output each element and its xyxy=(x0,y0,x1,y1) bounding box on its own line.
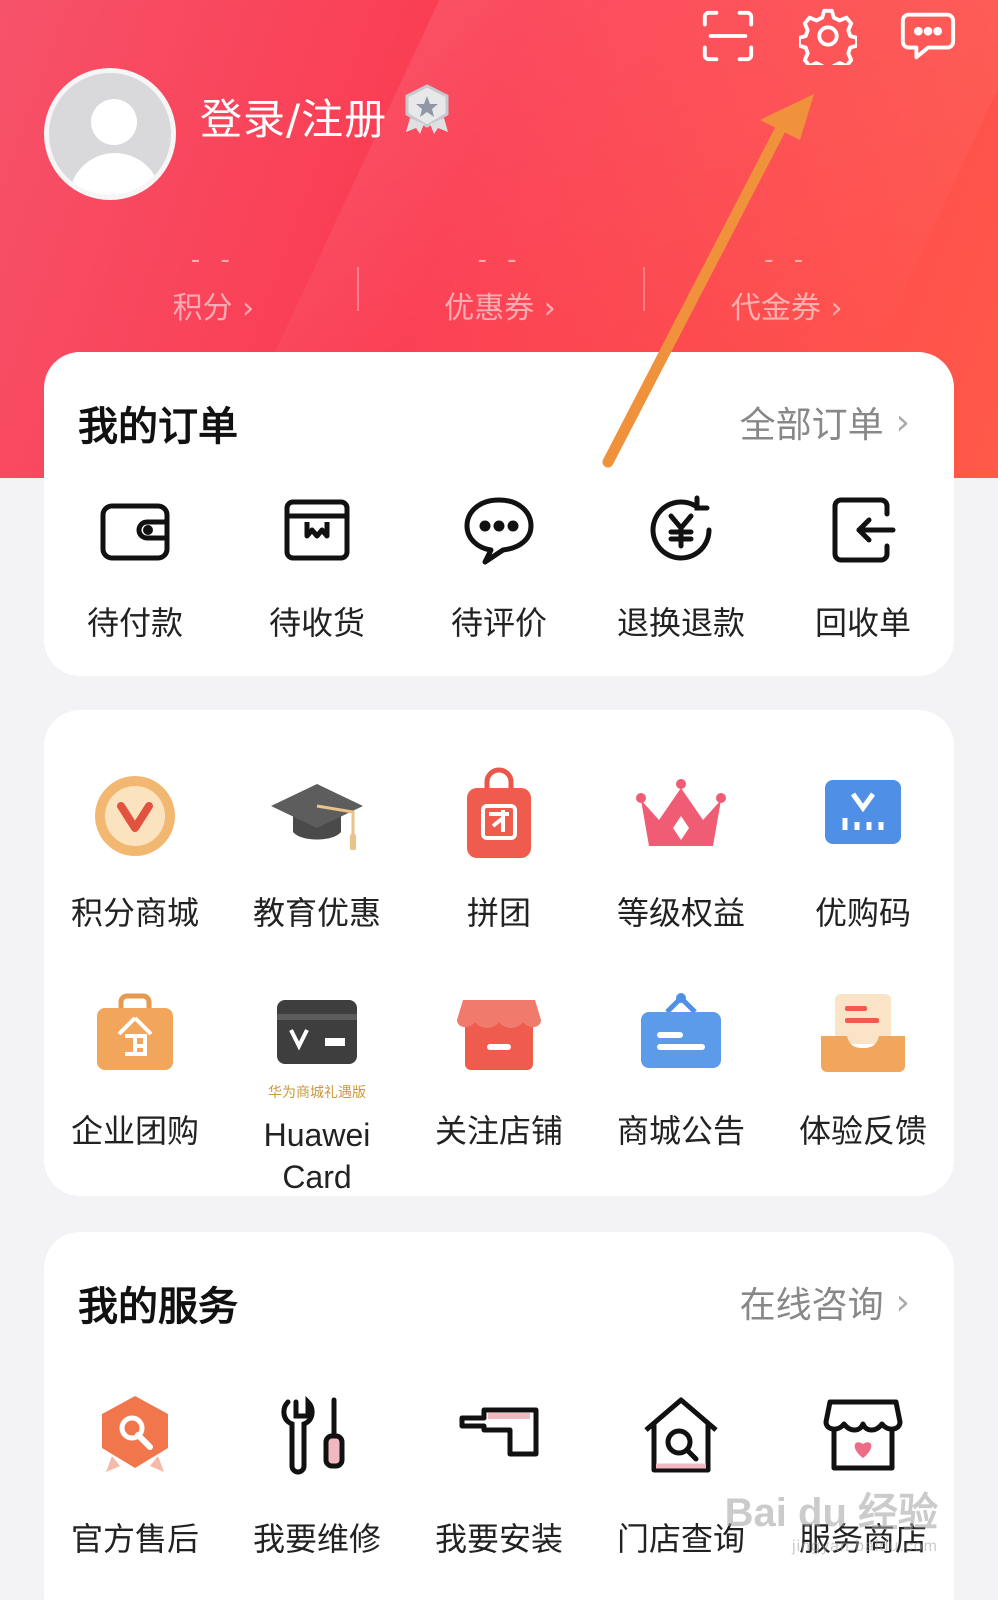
tool-label: 关注店铺 xyxy=(434,1112,563,1150)
service-label: 官方售后 xyxy=(70,1520,199,1558)
tool-label: 等级权益 xyxy=(616,894,745,932)
online-consult-label: 在线咨询 xyxy=(739,1285,884,1326)
recycle-order-icon xyxy=(832,497,896,563)
order-label: 退换退款 xyxy=(616,604,745,642)
voucher-value: - - xyxy=(764,245,810,275)
order-label: 待评价 xyxy=(450,604,547,642)
order-pending-payment[interactable]: 待付款 xyxy=(44,492,226,644)
tool-mall-notice[interactable]: 商城公告 xyxy=(590,984,772,1202)
voucher-label: 代金券 › xyxy=(730,291,843,326)
online-consult-link[interactable]: 在线咨询 › xyxy=(740,1276,910,1328)
order-pending-review[interactable]: 待评价 xyxy=(408,492,590,644)
tool-label: 积分商城 xyxy=(70,894,199,932)
refund-icon xyxy=(650,495,712,561)
repair-tools-icon xyxy=(281,1395,345,1475)
huawei-card-caption: 华为商城礼遇版 xyxy=(268,1085,366,1101)
package-icon xyxy=(284,499,350,561)
install-icon xyxy=(459,1407,539,1457)
store-search-icon xyxy=(644,1397,718,1473)
watermark-logo: Bai du 经验 jingyan.baidu.com xyxy=(725,1480,938,1556)
tool-label: 体验反馈 xyxy=(798,1112,927,1150)
login-register-link[interactable]: 登录/注册 xyxy=(200,86,387,147)
tool-label: 优购码 xyxy=(814,894,911,932)
tool-followed-stores[interactable]: 关注店铺 xyxy=(408,984,590,1202)
tools-card: 积分商城 教育优惠 拼团 等级权益 优购码 企业团购 华为商城礼遇版 Huawe… xyxy=(44,710,954,1196)
tool-feedback[interactable]: 体验反馈 xyxy=(772,984,954,1202)
shopping-code-icon xyxy=(825,780,901,844)
order-label: 待付款 xyxy=(86,604,183,642)
chevron-right-icon: › xyxy=(895,1281,910,1323)
order-recycle[interactable]: 回收单 xyxy=(772,492,954,644)
service-repair[interactable]: 我要维修 xyxy=(226,1392,408,1560)
tool-label: Huawei Card xyxy=(263,1117,371,1195)
watermark-url: jingyan.baidu.com xyxy=(792,1538,938,1555)
tool-education[interactable]: 教育优惠 xyxy=(226,766,408,984)
points-mall-icon xyxy=(95,776,175,856)
tool-label: 企业团购 xyxy=(70,1112,199,1150)
service-after-sales[interactable]: 官方售后 xyxy=(44,1392,226,1560)
order-pending-receipt[interactable]: 待收货 xyxy=(226,492,408,644)
voucher-stat[interactable]: - - 代金券 › xyxy=(643,245,930,335)
service-label: 我要安装 xyxy=(434,1520,563,1558)
tool-huawei-card[interactable]: 华为商城礼遇版 Huawei Card xyxy=(226,984,408,1202)
store-icon xyxy=(457,1000,541,1070)
message-icon[interactable] xyxy=(898,6,958,66)
graduation-cap-icon xyxy=(271,784,363,850)
order-refund[interactable]: 退换退款 xyxy=(590,492,772,644)
my-orders-card: 我的订单 全部订单 › 待付款 待收货 待评价 退换退款 回收单 xyxy=(44,352,954,676)
order-label: 待收货 xyxy=(268,604,365,642)
services-title: 我的服务 xyxy=(78,1284,238,1330)
header-toolbar xyxy=(698,6,958,66)
after-sales-icon xyxy=(102,1396,168,1472)
tool-label: 商城公告 xyxy=(616,1112,745,1150)
watermark-text: Bai du 经验 xyxy=(724,1491,938,1535)
enterprise-bag-icon xyxy=(97,993,173,1070)
group-buy-bag-icon xyxy=(467,767,531,858)
coupon-label: 优惠券 › xyxy=(444,291,556,326)
gear-icon[interactable] xyxy=(798,6,858,66)
scan-icon[interactable] xyxy=(698,6,758,66)
tool-shopping-code[interactable]: 优购码 xyxy=(772,766,954,984)
comment-icon xyxy=(464,497,534,565)
coupon-stat[interactable]: - - 优惠券 › xyxy=(356,245,644,335)
wallet-icon xyxy=(100,503,170,561)
crown-icon xyxy=(636,779,726,846)
tool-label: 拼团 xyxy=(466,894,531,932)
all-orders-link[interactable]: 全部订单 › xyxy=(740,396,910,448)
all-orders-label: 全部订单 xyxy=(739,405,884,446)
coupon-value: - - xyxy=(477,245,523,275)
member-badge-icon xyxy=(405,84,449,134)
service-install[interactable]: 我要安装 xyxy=(408,1392,590,1560)
avatar[interactable] xyxy=(44,68,176,200)
service-shop-icon xyxy=(823,1399,903,1471)
huawei-card-icon xyxy=(277,1000,357,1064)
tool-label: 教育优惠 xyxy=(252,894,381,932)
chevron-right-icon: › xyxy=(895,401,910,443)
account-stats: - - 积分 › - - 优惠券 › - - 代金券 › xyxy=(70,245,930,335)
points-stat[interactable]: - - 积分 › xyxy=(70,245,357,335)
order-label: 回收单 xyxy=(814,604,911,642)
tool-member-benefits[interactable]: 等级权益 xyxy=(590,766,772,984)
tool-enterprise[interactable]: 企业团购 xyxy=(44,984,226,1202)
orders-title: 我的订单 xyxy=(78,404,238,450)
points-label: 积分 › xyxy=(172,291,255,326)
feedback-tray-icon xyxy=(821,994,905,1072)
service-label: 我要维修 xyxy=(252,1520,381,1558)
tool-points-mall[interactable]: 积分商城 xyxy=(44,766,226,984)
points-value: - - xyxy=(190,245,236,275)
tool-group-buy[interactable]: 拼团 xyxy=(408,766,590,984)
notice-board-icon xyxy=(641,993,721,1068)
